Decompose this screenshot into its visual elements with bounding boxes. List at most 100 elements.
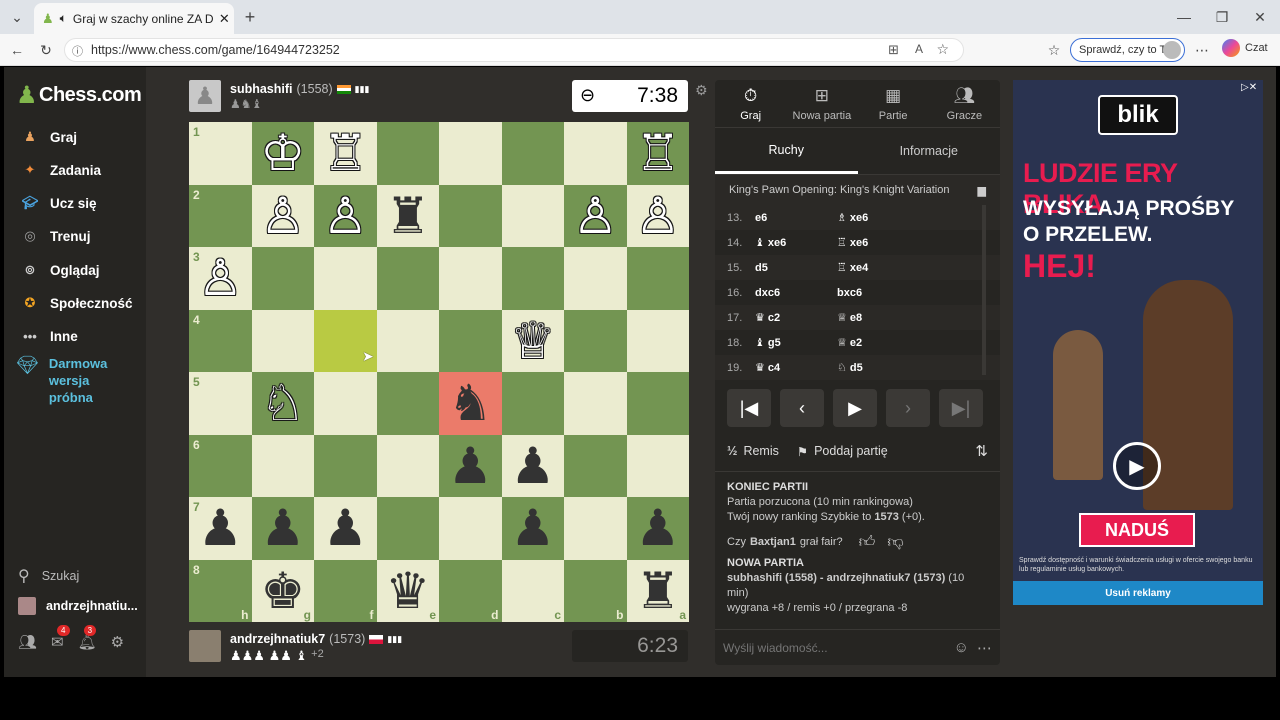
sidebar-item-0[interactable]: ♟ Graj: [20, 122, 77, 152]
square-e7[interactable]: [376, 497, 439, 560]
browser-tab[interactable]: ♟ 🔈︎ Graj w szachy online ZA DARM ✕: [34, 3, 234, 34]
black-piece[interactable]: ♚: [260, 566, 305, 616]
square-b8[interactable]: b: [564, 559, 627, 622]
site-info-icon[interactable]: ⓘ: [72, 43, 83, 59]
opening-name[interactable]: King's Pawn Opening: King's Knight Varia…: [729, 184, 949, 196]
chess-logo[interactable]: ♟ Chess.com: [16, 81, 142, 110]
profile-check-button[interactable]: Sprawdź, czy to Ty: [1070, 38, 1185, 62]
square-c6[interactable]: ♟: [501, 434, 564, 497]
square-b2[interactable]: ♙: [564, 184, 627, 247]
maximize-icon[interactable]: ❐: [1210, 5, 1234, 29]
square-c7[interactable]: ♟: [501, 497, 564, 560]
white-piece[interactable]: ♖: [635, 128, 680, 178]
more-options-icon[interactable]: ⋯: [977, 639, 992, 657]
bottom-player-avatar[interactable]: [189, 630, 221, 662]
close-tab-icon[interactable]: ✕: [219, 11, 230, 27]
square-d2[interactable]: [439, 184, 502, 247]
reload-icon[interactable]: ↻: [34, 38, 58, 62]
square-f8[interactable]: f: [314, 559, 377, 622]
move-b[interactable]: ♗ xe6: [837, 211, 919, 224]
sidebar-item-trial[interactable]: 💎︎ Darmowa wersja próbna: [16, 355, 124, 406]
ad-banner[interactable]: blik ▷✕ LUDZIE ERY BLIKA WYSYŁAJĄ PROŚBY…: [1013, 80, 1263, 605]
square-g6[interactable]: [251, 434, 314, 497]
tab-moves[interactable]: Ruchy: [715, 128, 858, 174]
top-player-avatar[interactable]: ♟: [189, 80, 221, 112]
square-a4[interactable]: [626, 309, 689, 372]
move-b[interactable]: ♘ d5: [837, 361, 919, 374]
square-f3[interactable]: [314, 247, 377, 310]
black-piece[interactable]: ♟: [260, 503, 305, 553]
move-w[interactable]: ♝ g5: [755, 336, 837, 349]
minimize-icon[interactable]: —: [1172, 5, 1196, 29]
move-b[interactable]: ♖ xe4: [837, 261, 919, 274]
square-a8[interactable]: a ♜: [626, 559, 689, 622]
square-g5[interactable]: ♘: [251, 372, 314, 435]
square-f1[interactable]: ♖: [314, 122, 377, 185]
move-b[interactable]: bxc6: [837, 287, 919, 299]
thumbs-up-icon[interactable]: 👍︎: [859, 535, 876, 551]
black-piece[interactable]: ♟: [635, 503, 680, 553]
square-h4[interactable]: 4: [189, 309, 252, 372]
top-player-name[interactable]: subhashifi: [230, 82, 293, 96]
first-move-button[interactable]: |◀: [727, 389, 771, 427]
square-e2[interactable]: ♜: [376, 184, 439, 247]
panel-tab-3[interactable]: 👥︎ Gracze: [929, 80, 1000, 127]
square-f2[interactable]: ♙: [314, 184, 377, 247]
square-e5[interactable]: [376, 372, 439, 435]
move-b[interactable]: ♕ e2: [837, 336, 919, 349]
square-e1[interactable]: [376, 122, 439, 185]
move-w[interactable]: ♛ c2: [755, 311, 837, 324]
next-move-button[interactable]: ▶: [833, 389, 877, 427]
favorite-star-icon[interactable]: ☆: [936, 41, 949, 58]
messages-icon[interactable]: ✉ 4: [51, 625, 70, 651]
move-b[interactable]: ♕ e8: [837, 311, 919, 324]
square-d8[interactable]: d: [439, 559, 502, 622]
sidebar-user[interactable]: andrzejhnatiu...: [18, 597, 138, 615]
square-a3[interactable]: [626, 247, 689, 310]
square-b4[interactable]: [564, 309, 627, 372]
back-icon[interactable]: ←: [5, 38, 29, 62]
square-g1[interactable]: ♔: [251, 122, 314, 185]
square-d6[interactable]: ♟: [439, 434, 502, 497]
tab-info[interactable]: Informacje: [858, 128, 1001, 174]
white-piece[interactable]: ♙: [573, 191, 618, 241]
book-icon[interactable]: ▆: [978, 184, 986, 197]
move-w[interactable]: dxc6: [755, 287, 837, 299]
white-piece[interactable]: ♔: [260, 128, 305, 178]
draw-button[interactable]: ½ Remis: [727, 444, 779, 458]
black-piece[interactable]: ♟: [323, 503, 368, 553]
square-e6[interactable]: [376, 434, 439, 497]
app-available-icon[interactable]: ⊞: [888, 42, 899, 58]
square-c5[interactable]: [501, 372, 564, 435]
square-g3[interactable]: [251, 247, 314, 310]
new-tab-icon[interactable]: +: [238, 5, 262, 29]
square-h1[interactable]: 1: [189, 122, 252, 185]
black-piece[interactable]: ♞: [448, 378, 493, 428]
square-h7[interactable]: 7 ♟: [189, 497, 252, 560]
white-piece[interactable]: ♙: [260, 191, 305, 241]
black-piece[interactable]: ♟: [510, 441, 555, 491]
sidebar-item-5[interactable]: ✪ Społeczność: [20, 288, 133, 318]
black-piece[interactable]: ♟: [510, 503, 555, 553]
sidebar-search[interactable]: ⚲ Szukaj: [18, 566, 79, 586]
favorites-icon[interactable]: ☆: [1042, 38, 1066, 62]
square-a6[interactable]: [626, 434, 689, 497]
white-piece[interactable]: ♙: [323, 191, 368, 241]
square-b6[interactable]: [564, 434, 627, 497]
more-browser-icon[interactable]: ⋯: [1190, 38, 1214, 62]
sidebar-item-3[interactable]: ◎ Trenuj: [20, 221, 90, 251]
tab-list-icon[interactable]: ⌄: [5, 5, 29, 29]
close-window-icon[interactable]: ✕: [1248, 5, 1272, 29]
emoji-icon[interactable]: ☺: [954, 639, 969, 656]
square-h8[interactable]: 8h: [189, 559, 252, 622]
square-e3[interactable]: [376, 247, 439, 310]
square-d5[interactable]: ♞: [439, 372, 502, 435]
board-settings-icon[interactable]: ⚙: [695, 82, 708, 99]
copilot-button[interactable]: Czat: [1222, 39, 1268, 57]
square-d4[interactable]: [439, 309, 502, 372]
square-b7[interactable]: [564, 497, 627, 560]
sidebar-item-2[interactable]: 🎓︎ Ucz się: [20, 188, 97, 218]
square-f5[interactable]: [314, 372, 377, 435]
remove-ads-button[interactable]: Usuń reklamy: [1013, 581, 1263, 605]
square-h3[interactable]: 3 ♙: [189, 247, 252, 310]
